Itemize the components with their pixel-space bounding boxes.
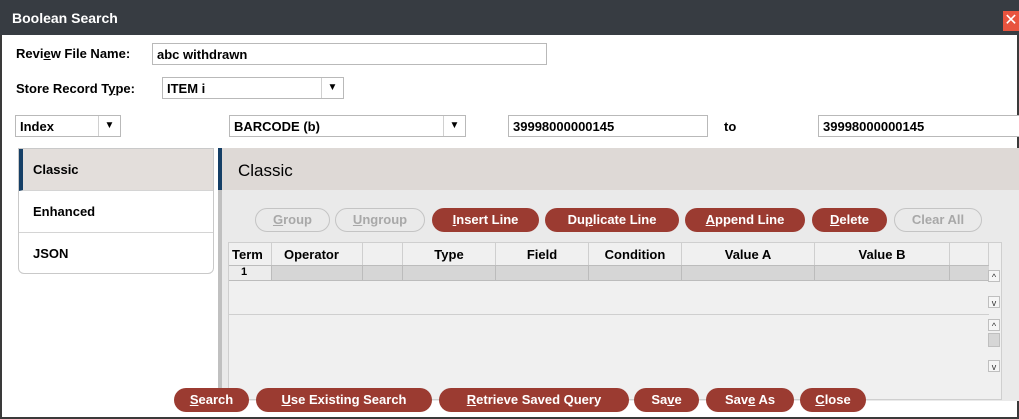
window-title: Boolean Search — [12, 10, 118, 26]
duplicate-line-button[interactable]: Duplicate Line — [545, 208, 679, 232]
mnemonic: p — [584, 212, 593, 227]
panel-title: Classic — [238, 161, 293, 180]
store-record-type-select[interactable]: ITEM i ▼ — [162, 77, 344, 99]
button-label: lose — [824, 392, 851, 407]
range-to-field[interactable]: 39998000000145 — [818, 115, 1019, 137]
group-button[interactable]: Group — [255, 208, 330, 232]
column-header-spacer — [363, 243, 403, 265]
tab-json[interactable]: JSON — [19, 233, 213, 275]
scroll-down-icon[interactable]: v — [988, 296, 1000, 308]
condition-cell[interactable] — [589, 266, 682, 280]
column-header[interactable]: Condition — [589, 243, 682, 265]
clear-all-button[interactable]: Clear All — [894, 208, 982, 232]
label-mnemonic: e — [43, 46, 51, 61]
button-label: elete — [839, 212, 870, 227]
mnemonic: R — [466, 392, 477, 407]
search-button[interactable]: Search — [174, 388, 249, 412]
column-header[interactable]: Value A — [682, 243, 815, 265]
mnemonic: U — [352, 212, 363, 227]
column-header[interactable]: Type — [403, 243, 496, 265]
label-text: pe: — [115, 81, 135, 96]
label-text: Store Record T — [16, 81, 109, 96]
tab-enhanced[interactable]: Enhanced — [19, 191, 213, 233]
scroll-up-icon[interactable]: ^ — [988, 319, 1000, 331]
table-row[interactable]: 1 — [229, 265, 989, 281]
scrollbar-thumb[interactable] — [988, 333, 1000, 347]
value-a-cell[interactable] — [682, 266, 815, 280]
scroll-down-icon[interactable]: v — [988, 360, 1000, 372]
button-label: licate Line — [592, 212, 657, 227]
button-label: earch — [198, 392, 234, 407]
mode-sidebar: Classic Enhanced JSON — [18, 148, 214, 274]
grid-header: Term Operator Type Field Condition Value… — [229, 243, 989, 265]
mnemonic: D — [829, 212, 840, 227]
button-label: ngroup — [362, 212, 408, 227]
column-header-spacer — [950, 243, 989, 265]
spacer-cell — [363, 266, 403, 280]
save-as-button[interactable]: Save As — [706, 388, 794, 412]
button-label: As — [755, 392, 776, 407]
button-label: Sa — [651, 392, 668, 407]
index-select[interactable]: Index ▼ — [15, 115, 121, 137]
close-button[interactable]: Close — [800, 388, 866, 412]
button-label: nsert Line — [456, 212, 519, 227]
term-cell: 1 — [229, 266, 272, 280]
chevron-down-icon[interactable]: ▼ — [443, 116, 465, 136]
review-file-name-label: Review File Name: — [16, 46, 130, 61]
button-label: Du — [567, 212, 585, 227]
review-file-name-field[interactable]: abc withdrawn — [152, 43, 547, 65]
title-bar: Boolean Search ✕ — [0, 0, 1019, 35]
tab-classic[interactable]: Classic — [19, 149, 213, 191]
button-label: ppend Line — [715, 212, 785, 227]
select-value: BARCODE (b) — [234, 119, 320, 134]
range-from-field[interactable]: 39998000000145 — [508, 115, 708, 137]
delete-button[interactable]: Delete — [812, 208, 887, 232]
grid-divider — [229, 314, 989, 315]
label-text: w File Name: — [50, 46, 131, 61]
chevron-down-icon[interactable]: ▼ — [98, 116, 120, 136]
range-to-label: to — [724, 119, 737, 134]
ungroup-button[interactable]: Ungroup — [335, 208, 425, 232]
field-cell[interactable] — [496, 266, 589, 280]
field-select[interactable]: BARCODE (b) ▼ — [229, 115, 466, 137]
mnemonic: G — [272, 212, 284, 227]
criteria-grid: Term Operator Type Field Condition Value… — [228, 242, 1002, 400]
retrieve-saved-query-button[interactable]: Retrieve Saved Query — [439, 388, 629, 412]
button-label: se Existing Search — [290, 392, 407, 407]
use-existing-search-button[interactable]: Use Existing Search — [256, 388, 432, 412]
scroll-up-icon[interactable]: ^ — [988, 270, 1000, 282]
close-icon[interactable]: ✕ — [1003, 11, 1019, 31]
select-value: Index — [20, 119, 54, 134]
type-cell[interactable] — [403, 266, 496, 280]
button-label: Sav — [724, 392, 749, 407]
save-button[interactable]: Save — [634, 388, 699, 412]
store-record-type-label: Store Record Type: — [16, 81, 135, 96]
column-header[interactable]: Value B — [815, 243, 950, 265]
mnemonic: U — [281, 392, 291, 407]
label-text: Revi — [16, 46, 44, 61]
column-header[interactable]: Operator — [272, 243, 363, 265]
mnemonic: A — [705, 212, 716, 227]
panel-header: Classic — [218, 148, 1019, 190]
column-header[interactable]: Term — [229, 243, 272, 265]
append-line-button[interactable]: Append Line — [685, 208, 805, 232]
operator-cell[interactable] — [272, 266, 363, 280]
column-header[interactable]: Field — [496, 243, 589, 265]
insert-line-button[interactable]: Insert Line — [432, 208, 539, 232]
select-value: ITEM i — [167, 81, 206, 96]
value-b-cell[interactable] — [815, 266, 950, 280]
button-label: e — [674, 392, 682, 407]
button-label: etrieve Saved Query — [476, 392, 602, 407]
mnemonic: C — [815, 392, 825, 407]
chevron-down-icon[interactable]: ▼ — [321, 78, 343, 98]
button-label: roup — [283, 212, 312, 227]
